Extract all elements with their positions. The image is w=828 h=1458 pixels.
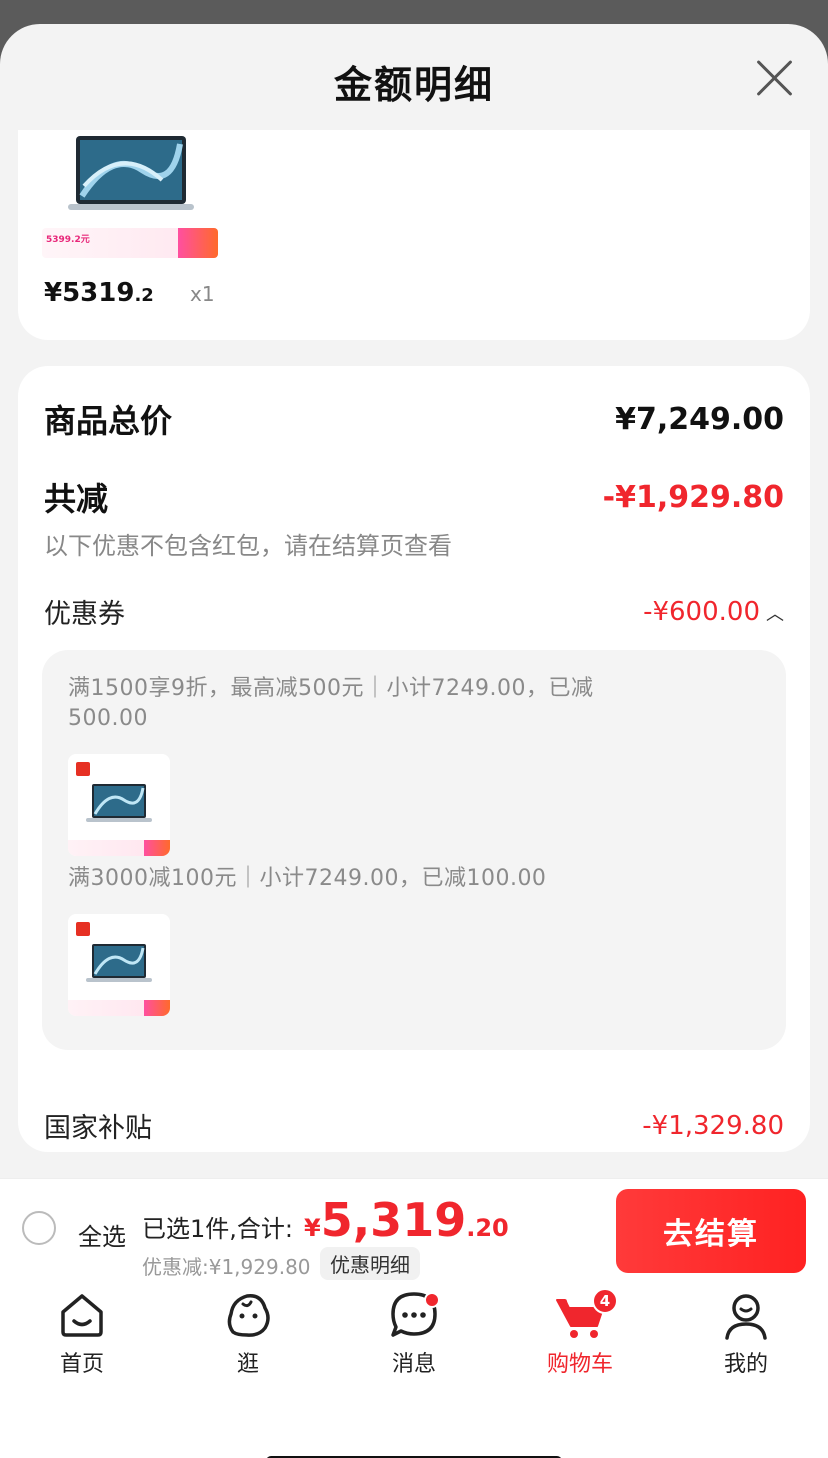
price-summary-card: 商品总价 ¥7,249.00 共减 -¥1,929.80 以下优惠不包含红包，请… [18,366,810,1152]
coupon-value-wrap: -¥600.00 ︿ [643,597,784,627]
bottom-tab-bar: 首页 逛 消息 4 购物车 我的 [0,1280,828,1458]
sheet-title: 金额明细 [333,63,494,107]
select-all-radio[interactable] [22,1211,56,1245]
tab-label: 逛 [236,1352,259,1377]
coupon-product-thumb-2 [68,914,170,1016]
laptop-image [86,944,152,982]
selected-total-label: 已选1件,合计: [142,1215,293,1243]
coupon-product-thumb-1 [68,754,170,856]
product-card: 5399.2元 ¥5319.2 x1 [18,130,810,340]
product-price: ¥5319.2 [44,278,154,308]
chevron-up-icon[interactable]: ︿ [766,600,784,626]
discount-summary: 优惠减:¥1,929.80 [142,1255,311,1279]
tab-label: 消息 [391,1352,436,1377]
unread-dot [424,1292,440,1308]
coupon-rule-1: 满1500享9折，最高减500元｜小计7249.00，已减500.00 [68,676,594,731]
checkout-bar: 全选 已选1件,合计: ¥5,319.20 优惠减:¥1,929.80 优惠明细… [0,1178,828,1280]
subsidy-label: 国家补贴 [44,1113,152,1144]
store-logo-icon [76,762,90,776]
total-value: ¥7,249.00 [615,401,784,437]
coupon-rule-2: 满3000减100元｜小计7249.00，已减100.00 [68,866,547,891]
select-all-label[interactable]: 全选 [78,1217,126,1252]
tab-cart[interactable]: 4 购物车 [520,1288,640,1378]
profile-icon [725,1294,767,1340]
tab-profile[interactable]: 我的 [686,1288,806,1378]
stroll-icon [227,1294,270,1337]
tab-label: 首页 [59,1352,104,1377]
coupon-label: 优惠券 [44,599,125,630]
reduce-note: 以下优惠不包含红包，请在结算页查看 [44,532,452,560]
checkout-button[interactable]: 去结算 [616,1189,806,1273]
laptop-image [86,784,152,822]
reduce-value: -¥1,929.80 [602,479,784,515]
tab-label: 我的 [723,1352,768,1377]
coupon-value: -¥600.00 [643,596,760,627]
product-promo-banner: 5399.2元 [42,228,218,258]
total-label: 商品总价 [44,402,173,440]
home-icon [61,1294,103,1337]
banner-tag [178,228,218,258]
reduce-label: 共减 [44,480,109,518]
tab-messages[interactable]: 消息 [354,1288,474,1378]
coupon-row[interactable]: 优惠券 -¥600.00 ︿ [44,592,784,631]
reduce-row: 共减 -¥1,929.80 [44,474,784,520]
coupon-details: 满1500享9折，最高减500元｜小计7249.00，已减500.00 满300… [42,650,786,1050]
subsidy-value: -¥1,329.80 [642,1110,784,1141]
thumb-promo-strip [68,840,170,856]
store-logo-icon [76,922,90,936]
tab-stroll[interactable]: 逛 [188,1288,308,1378]
product-quantity: x1 [190,282,215,306]
subsidy-row: 国家补贴 -¥1,329.80 [44,1106,784,1145]
amount-detail-sheet: 金额明细 5399.2元 ¥5319.2 x1 商品总价 ¥7,249.00 共… [0,24,828,1458]
tab-label: 购物车 [546,1352,613,1377]
banner-price: 5399.2元 [46,235,90,245]
thumb-promo-strip [68,1000,170,1016]
close-icon[interactable] [754,58,794,98]
cart-count-badge: 4 [592,1288,618,1314]
total-row: 商品总价 ¥7,249.00 [44,396,784,442]
total-amount: ¥5,319.20 [304,1193,509,1247]
discount-detail-button[interactable]: 优惠明细 [320,1247,420,1280]
tab-home[interactable]: 首页 [22,1288,142,1378]
